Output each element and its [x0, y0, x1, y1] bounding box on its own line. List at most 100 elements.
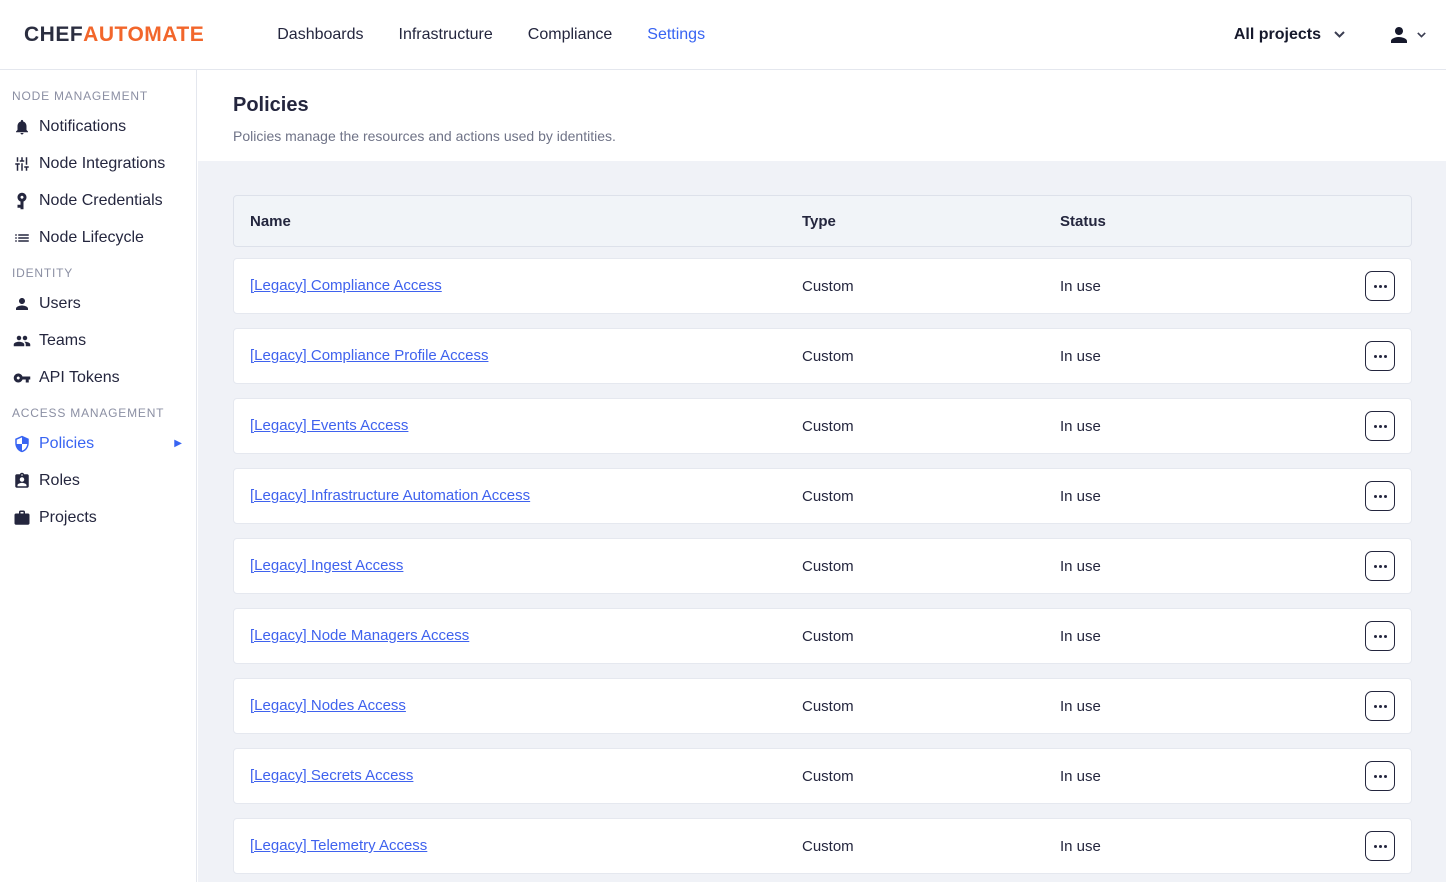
- policy-status: In use: [1060, 348, 1365, 365]
- table-row: [Legacy] Secrets Access Custom In use: [233, 748, 1412, 804]
- policy-type: Custom: [802, 558, 1060, 575]
- sidebar-section-access-management: ACCESS MANAGEMENT: [12, 401, 196, 425]
- policy-type: Custom: [802, 418, 1060, 435]
- row-more-options-button[interactable]: [1365, 481, 1395, 511]
- sidebar-item-label: Node Integrations: [39, 155, 165, 173]
- more-options-icon: [1374, 775, 1387, 778]
- sidebar-item-policies[interactable]: Policies ▶: [0, 425, 196, 462]
- list-icon: [12, 228, 32, 248]
- sidebar-item-node-lifecycle[interactable]: Node Lifecycle: [0, 219, 196, 256]
- page-description: Policies manage the resources and action…: [233, 128, 1446, 144]
- sidebar-item-notifications[interactable]: Notifications: [0, 108, 196, 145]
- table-row: [Legacy] Compliance Profile Access Custo…: [233, 328, 1412, 384]
- more-options-icon: [1374, 705, 1387, 708]
- table-row: [Legacy] Infrastructure Automation Acces…: [233, 468, 1412, 524]
- table-row: [Legacy] Node Managers Access Custom In …: [233, 608, 1412, 664]
- policy-status: In use: [1060, 628, 1365, 645]
- policy-name-link[interactable]: [Legacy] Nodes Access: [250, 697, 406, 714]
- policy-status: In use: [1060, 838, 1365, 855]
- sidebar-item-label: Projects: [39, 509, 97, 527]
- policy-name-link[interactable]: [Legacy] Ingest Access: [250, 557, 403, 574]
- policy-name-link[interactable]: [Legacy] Node Managers Access: [250, 627, 469, 644]
- policies-content: Name Type Status [Legacy] Compliance Acc…: [198, 161, 1446, 882]
- policy-status: In use: [1060, 698, 1365, 715]
- sidebar-section-identity: IDENTITY: [12, 261, 196, 285]
- policy-type: Custom: [802, 838, 1060, 855]
- policy-type: Custom: [802, 348, 1060, 365]
- policies-table-header: Name Type Status: [233, 195, 1412, 247]
- nav-infrastructure[interactable]: Infrastructure: [399, 26, 493, 44]
- page-title: Policies: [233, 94, 1446, 117]
- topnav-right: All projects: [1234, 23, 1426, 47]
- policy-name-link[interactable]: [Legacy] Secrets Access: [250, 767, 413, 784]
- sidebar-item-node-integrations[interactable]: Node Integrations: [0, 145, 196, 182]
- row-more-options-button[interactable]: [1365, 761, 1395, 791]
- policy-status: In use: [1060, 768, 1365, 785]
- nav-dashboards[interactable]: Dashboards: [277, 26, 363, 44]
- row-more-options-button[interactable]: [1365, 621, 1395, 651]
- row-more-options-button[interactable]: [1365, 411, 1395, 441]
- table-row: [Legacy] Events Access Custom In use: [233, 398, 1412, 454]
- nav-settings[interactable]: Settings: [647, 26, 705, 44]
- policies-table-body: [Legacy] Compliance Access Custom In use…: [233, 258, 1412, 874]
- user-menu[interactable]: [1387, 23, 1426, 47]
- more-options-icon: [1374, 635, 1387, 638]
- shield-icon: [12, 434, 32, 454]
- row-more-options-button[interactable]: [1365, 551, 1395, 581]
- sidebar-item-label: Node Credentials: [39, 192, 163, 210]
- chevron-down-icon: [1417, 32, 1426, 38]
- policy-status: In use: [1060, 418, 1365, 435]
- chevron-down-icon: [1334, 31, 1345, 38]
- sidebar-item-node-credentials[interactable]: Node Credentials: [0, 182, 196, 219]
- more-options-icon: [1374, 285, 1387, 288]
- policy-type: Custom: [802, 628, 1060, 645]
- sidebar-item-api-tokens[interactable]: API Tokens: [0, 359, 196, 396]
- row-more-options-button[interactable]: [1365, 691, 1395, 721]
- person-icon: [12, 294, 32, 314]
- policy-type: Custom: [802, 768, 1060, 785]
- row-more-options-button[interactable]: [1365, 271, 1395, 301]
- projects-filter-label: All projects: [1234, 26, 1321, 44]
- table-row: [Legacy] Compliance Access Custom In use: [233, 258, 1412, 314]
- policy-type: Custom: [802, 488, 1060, 505]
- more-options-icon: [1374, 565, 1387, 568]
- key-vertical-icon: [12, 191, 32, 211]
- row-more-options-button[interactable]: [1365, 831, 1395, 861]
- sidebar-item-label: Teams: [39, 332, 86, 350]
- table-row: [Legacy] Ingest Access Custom In use: [233, 538, 1412, 594]
- policy-status: In use: [1060, 558, 1365, 575]
- sidebar-item-label: Roles: [39, 472, 80, 490]
- row-more-options-button[interactable]: [1365, 341, 1395, 371]
- nav-compliance[interactable]: Compliance: [528, 26, 612, 44]
- policy-status: In use: [1060, 278, 1365, 295]
- logo-chef-text: CHEF: [24, 23, 83, 46]
- sidebar-item-users[interactable]: Users: [0, 285, 196, 322]
- page-header: Policies Policies manage the resources a…: [198, 70, 1446, 161]
- primary-nav: Dashboards Infrastructure Compliance Set…: [277, 26, 705, 44]
- sidebar-item-projects[interactable]: Projects: [0, 499, 196, 536]
- projects-filter-dropdown[interactable]: All projects: [1234, 26, 1345, 44]
- policy-name-link[interactable]: [Legacy] Compliance Access: [250, 277, 442, 294]
- policy-name-link[interactable]: [Legacy] Telemetry Access: [250, 837, 427, 854]
- people-icon: [12, 331, 32, 351]
- policy-name-link[interactable]: [Legacy] Compliance Profile Access: [250, 347, 488, 364]
- briefcase-icon: [12, 508, 32, 528]
- table-row: [Legacy] Nodes Access Custom In use: [233, 678, 1412, 734]
- top-navigation-bar: CHEFAUTOMATE Dashboards Infrastructure C…: [0, 0, 1446, 70]
- policy-name-link[interactable]: [Legacy] Events Access: [250, 417, 408, 434]
- user-avatar-icon: [1387, 23, 1411, 47]
- key-icon: [12, 368, 32, 388]
- sidebar-item-roles[interactable]: Roles: [0, 462, 196, 499]
- bell-icon: [12, 117, 32, 137]
- sidebar-item-label: Policies: [39, 435, 94, 453]
- sliders-icon: [12, 154, 32, 174]
- policy-type: Custom: [802, 278, 1060, 295]
- sidebar-item-label: Users: [39, 295, 81, 313]
- sidebar-item-teams[interactable]: Teams: [0, 322, 196, 359]
- column-header-name: Name: [250, 213, 802, 230]
- more-options-icon: [1374, 355, 1387, 358]
- column-header-status: Status: [1060, 213, 1365, 230]
- main-content: Policies Policies manage the resources a…: [198, 70, 1446, 882]
- policy-name-link[interactable]: [Legacy] Infrastructure Automation Acces…: [250, 487, 530, 504]
- chef-automate-logo[interactable]: CHEFAUTOMATE: [24, 23, 204, 47]
